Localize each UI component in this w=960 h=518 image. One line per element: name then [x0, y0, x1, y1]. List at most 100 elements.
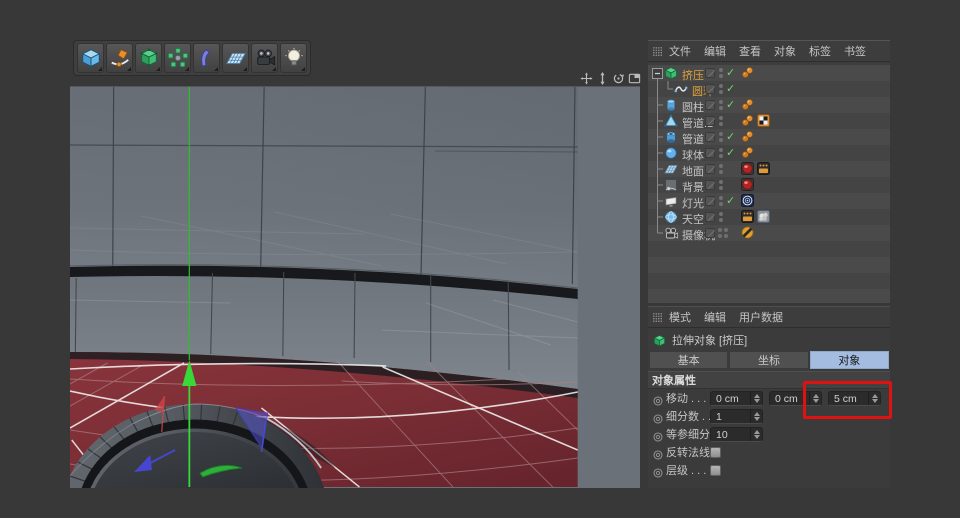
- layer-color-box[interactable]: [705, 100, 715, 110]
- enable-check-icon[interactable]: ✓: [726, 98, 735, 111]
- layer-color-box[interactable]: [705, 116, 715, 126]
- checkbox[interactable]: [710, 465, 721, 476]
- panel-grip-icon[interactable]: [652, 46, 663, 57]
- floor-icon[interactable]: [664, 162, 678, 176]
- attribute-tabs: 基本坐标对象: [649, 351, 889, 369]
- om-menu-0[interactable]: 文件: [669, 43, 691, 59]
- om-menu-1[interactable]: 编辑: [704, 43, 726, 59]
- layer-color-box[interactable]: [705, 196, 715, 206]
- value-field[interactable]: 5 cm: [828, 391, 881, 406]
- om-menu-5[interactable]: 书签: [844, 43, 866, 59]
- light-tool-button[interactable]: [280, 43, 307, 73]
- protection-tag[interactable]: [741, 226, 754, 239]
- am-menu-1[interactable]: 编辑: [704, 309, 726, 325]
- object-row[interactable]: 挤压✓: [648, 65, 890, 81]
- deformer-button[interactable]: [193, 43, 220, 73]
- value-field[interactable]: 0 cm: [769, 391, 822, 406]
- phong-tag[interactable]: [741, 114, 754, 127]
- keyframe-icon[interactable]: [653, 447, 663, 457]
- submenu-corner-icon: [127, 67, 131, 71]
- layer-color-box[interactable]: [705, 68, 715, 78]
- cylinder-icon[interactable]: [664, 98, 678, 112]
- viewport-canvas[interactable]: [70, 86, 640, 488]
- panel-grip-icon[interactable]: [652, 312, 663, 323]
- layer-color-box[interactable]: [705, 180, 715, 190]
- object-row[interactable]: 圆环✓: [648, 81, 890, 97]
- checkbox[interactable]: [710, 447, 721, 458]
- am-menu-2[interactable]: 用户数据: [739, 309, 783, 325]
- keyframe-icon[interactable]: [653, 393, 663, 403]
- pan-icon[interactable]: [580, 72, 593, 85]
- dolly-icon[interactable]: [596, 72, 609, 85]
- camera-object-icon[interactable]: [664, 226, 678, 240]
- object-row[interactable]: 地面: [648, 161, 890, 177]
- keyframe-icon[interactable]: [653, 429, 663, 439]
- field-value: 10: [716, 429, 728, 441]
- layer-color-box[interactable]: [705, 148, 715, 158]
- keyframe-icon[interactable]: [653, 465, 663, 475]
- background-icon[interactable]: [664, 178, 678, 192]
- spinner-control[interactable]: [750, 428, 762, 441]
- value-field[interactable]: 0 cm: [710, 391, 763, 406]
- layer-color-box[interactable]: [705, 84, 715, 94]
- spinner-control[interactable]: [868, 392, 880, 405]
- tab-基本[interactable]: 基本: [649, 351, 728, 369]
- object-row[interactable]: 管道✓: [648, 129, 890, 145]
- object-row[interactable]: 摄像机: [648, 225, 890, 241]
- red-material-tag[interactable]: [741, 162, 754, 175]
- camera-tool-button[interactable]: [251, 43, 278, 73]
- compositing-tag[interactable]: [741, 210, 754, 223]
- enable-check-icon[interactable]: ✓: [726, 82, 735, 95]
- om-menu-4[interactable]: 标签: [809, 43, 831, 59]
- enable-check-icon[interactable]: ✓: [726, 66, 735, 79]
- tab-对象[interactable]: 对象: [810, 351, 889, 369]
- om-menu-3[interactable]: 对象: [774, 43, 796, 59]
- enable-check-icon[interactable]: ✓: [726, 146, 735, 159]
- array-generator-button[interactable]: [164, 43, 191, 73]
- value-field[interactable]: 1: [710, 409, 763, 424]
- red-material-tag[interactable]: [741, 178, 754, 191]
- subdivision-surface-button[interactable]: [135, 43, 162, 73]
- object-row[interactable]: 灯光✓: [648, 193, 890, 209]
- extrude-icon[interactable]: [664, 66, 678, 80]
- object-row[interactable]: 背景: [648, 177, 890, 193]
- keyframe-icon[interactable]: [653, 411, 663, 421]
- layer-color-box[interactable]: [705, 164, 715, 174]
- compositing-tag[interactable]: [757, 162, 770, 175]
- tab-坐标[interactable]: 坐标: [729, 351, 808, 369]
- spline-circle-icon[interactable]: [674, 82, 688, 96]
- object-row[interactable]: 球体✓: [648, 145, 890, 161]
- spinner-control[interactable]: [809, 392, 821, 405]
- floor-environment-button[interactable]: [222, 43, 249, 73]
- spinner-control[interactable]: [750, 392, 762, 405]
- phong-tag[interactable]: [741, 66, 754, 79]
- enable-check-icon[interactable]: ✓: [726, 130, 735, 143]
- cube-primitive-button[interactable]: [77, 43, 104, 73]
- spline-pen-button[interactable]: [106, 43, 133, 73]
- om-menu-2[interactable]: 查看: [739, 43, 761, 59]
- object-row[interactable]: 天空: [648, 209, 890, 225]
- checker-texture-tag[interactable]: [757, 114, 770, 127]
- sphere-icon[interactable]: [664, 146, 678, 160]
- layer-color-box[interactable]: [705, 132, 715, 142]
- layer-color-box[interactable]: [705, 228, 715, 238]
- phong-tag[interactable]: [741, 146, 754, 159]
- tube-icon[interactable]: [664, 130, 678, 144]
- sky-icon[interactable]: [664, 210, 678, 224]
- maximize-icon[interactable]: [628, 72, 641, 85]
- submenu-corner-icon: [98, 67, 102, 71]
- cone-icon[interactable]: [664, 114, 678, 128]
- phong-tag[interactable]: [741, 130, 754, 143]
- object-row[interactable]: 圆柱✓: [648, 97, 890, 113]
- light-object-icon[interactable]: [664, 194, 678, 208]
- sky-texture-tag[interactable]: [757, 210, 770, 223]
- layer-color-box[interactable]: [705, 212, 715, 222]
- target-tag[interactable]: [741, 194, 754, 207]
- phong-tag[interactable]: [741, 98, 754, 111]
- spinner-control[interactable]: [750, 410, 762, 423]
- enable-check-icon[interactable]: ✓: [726, 194, 735, 207]
- am-menu-0[interactable]: 模式: [669, 309, 691, 325]
- rotate-icon[interactable]: [612, 72, 625, 85]
- object-row[interactable]: 管道.1: [648, 113, 890, 129]
- value-field[interactable]: 10: [710, 427, 763, 442]
